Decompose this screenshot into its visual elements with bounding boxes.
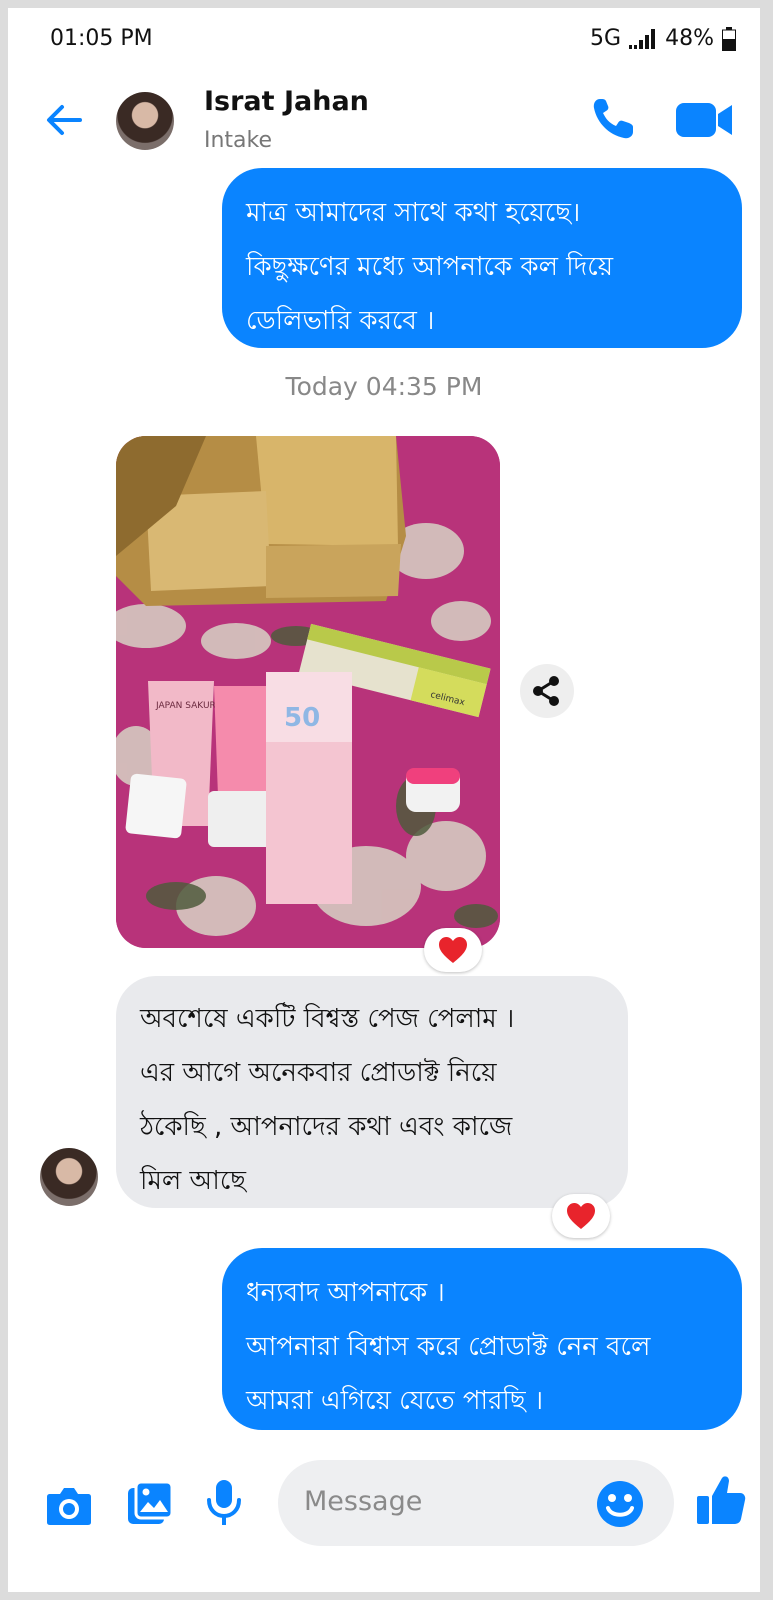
status-time: 01:05 PM [50,26,153,51]
outgoing-message-bubble[interactable]: ধন্যবাদ আপনাকে । আপনারা বিশ্বাস করে প্রো… [222,1248,742,1430]
signal-icon [629,28,656,49]
product-photo-message[interactable]: celimax JAPAN SAKURA CLEANSER 50 [116,436,500,948]
heart-icon [439,937,467,963]
outgoing-message-bubble[interactable]: মাত্র আমাদের সাথে কথা হয়েছে। কিছুক্ষণের… [222,168,742,348]
message-line: আপনারা বিশ্বাস করে প্রোডাক্ট নেন বলে [246,1332,651,1362]
heart-icon [567,1203,595,1229]
message-line: আমরা এগিয়ে যেতে পারছি । [246,1386,544,1416]
message-line: মিল আছে [140,1166,247,1196]
message-line: ঠকেছি , আপনাদের কথা এবং কাজে [140,1112,513,1142]
emoji-icon[interactable] [596,1480,644,1528]
share-icon [533,676,559,706]
message-line: মাত্র আমাদের সাথে কথা হয়েছে। [246,198,581,228]
heart-reaction[interactable] [424,928,482,972]
battery-level: 48% [665,26,714,51]
message-line: ডেলিভারি করবে । [246,306,435,336]
back-arrow-icon[interactable] [44,100,84,140]
battery-icon [722,26,736,51]
status-indicators: 5G 48% [590,26,736,51]
product-photo: celimax JAPAN SAKURA CLEANSER 50 [116,436,500,948]
incoming-message-bubble[interactable]: অবশেষে একটি বিশ্বস্ত পেজ পেলাম । এর আগে … [116,976,628,1208]
sender-avatar[interactable] [40,1148,98,1206]
camera-icon[interactable] [46,1484,92,1526]
network-type: 5G [590,26,622,51]
message-input[interactable]: Message [278,1460,674,1546]
video-camera-icon[interactable] [674,100,734,140]
spf-text: 50 [284,703,320,733]
gallery-icon[interactable] [126,1480,174,1526]
message-placeholder: Message [304,1486,423,1517]
message-composer: Message [8,1456,760,1560]
contact-name[interactable]: Israt Jahan [204,86,369,117]
contact-avatar[interactable] [116,92,174,150]
message-line: কিছুক্ষণের মধ্যে আপনাকে কল দিয়ে [246,252,614,282]
contact-status: Intake [204,128,273,153]
status-bar: 01:05 PM 5G 48% [8,8,760,70]
microphone-icon[interactable] [204,1478,244,1528]
message-line: ধন্যবাদ আপনাকে । [246,1278,445,1308]
message-line: অবশেষে একটি বিশ্বস্ত পেজ পেলাম । [140,1004,515,1034]
conversation-header: Israt Jahan Intake [8,70,760,180]
message-timestamp: Today 04:35 PM [285,372,483,401]
message-line: এর আগে অনেকবার প্রোডাক্ট নিয়ে [140,1058,497,1088]
messenger-screen: 01:05 PM 5G 48% Israt Jahan Intake মাত্র… [8,8,760,1592]
share-button[interactable] [520,664,574,718]
thumbs-up-icon[interactable] [696,1474,746,1526]
heart-reaction[interactable] [552,1194,610,1238]
phone-icon[interactable] [590,96,636,142]
